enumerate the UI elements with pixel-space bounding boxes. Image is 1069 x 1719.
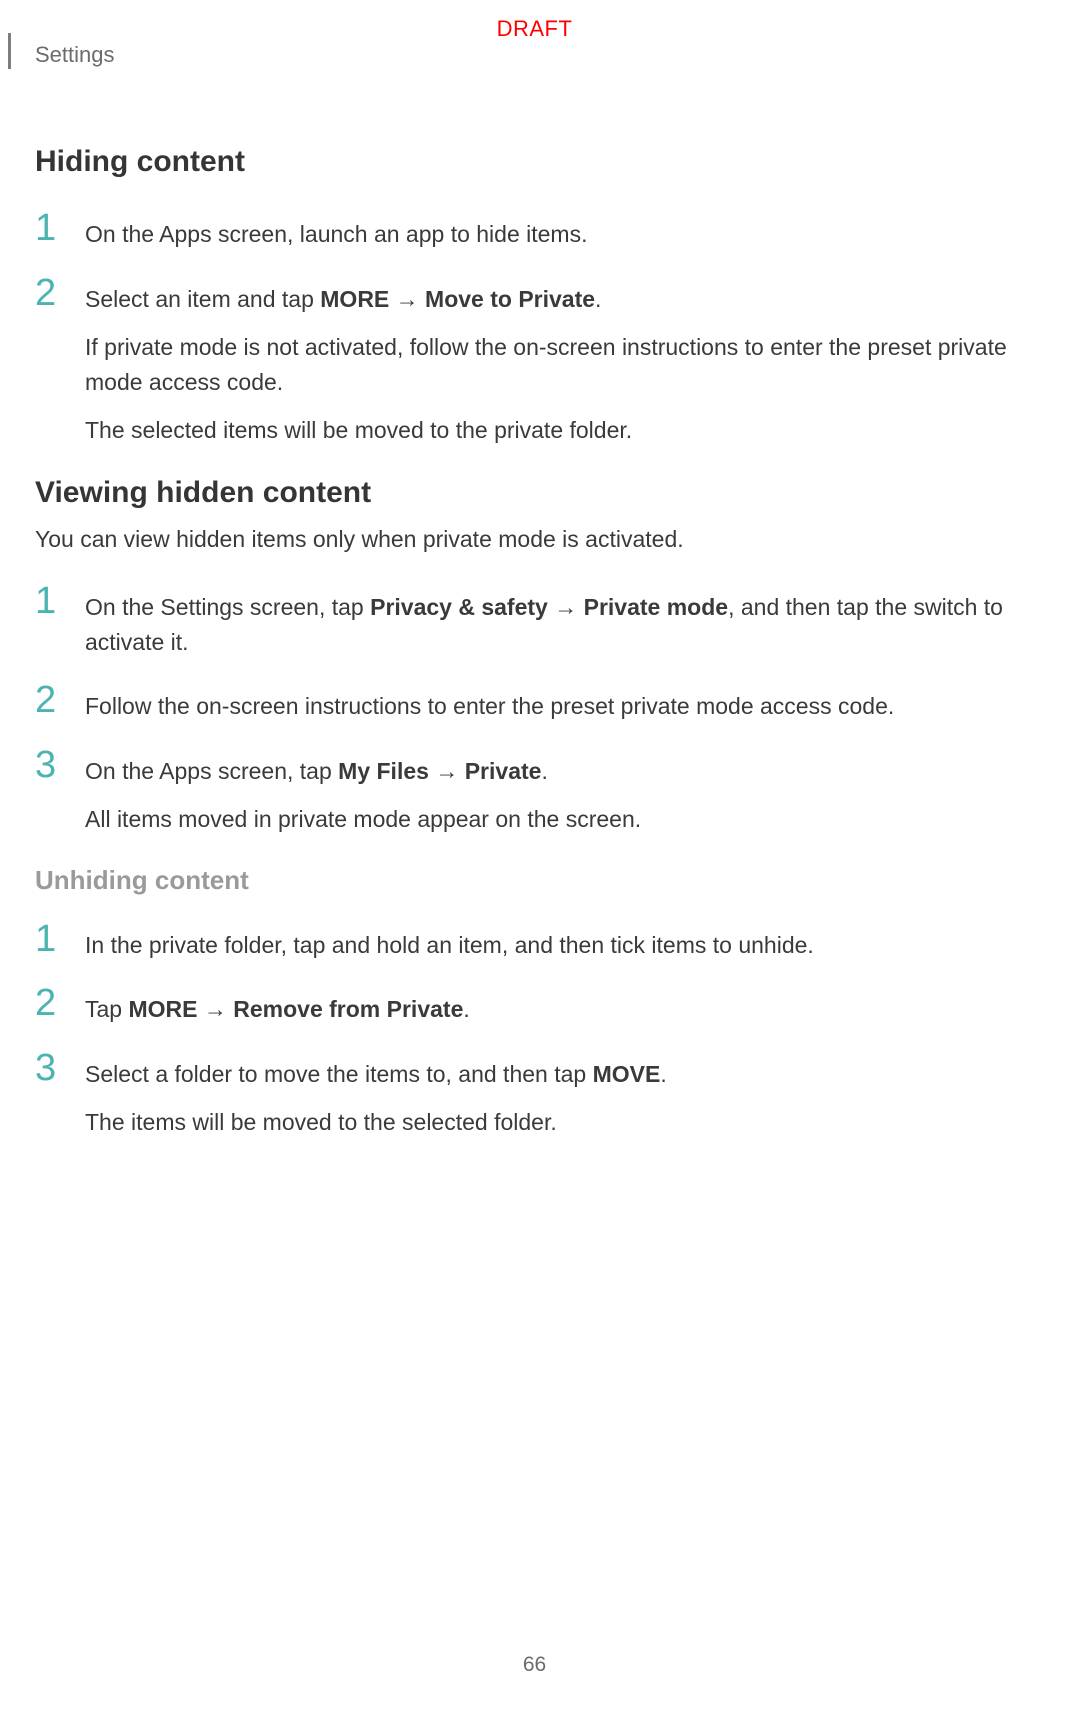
header-left-border xyxy=(8,33,11,69)
step-text: Select an item and tap MORE → Move to Pr… xyxy=(85,282,1069,317)
step-body: On the Apps screen, launch an app to hid… xyxy=(85,209,588,252)
arrow-icon: → xyxy=(197,996,233,1022)
step-text: Select a folder to move the items to, an… xyxy=(85,1057,667,1092)
text-lead: Select a folder to move the items to, an… xyxy=(85,1061,593,1087)
unhiding-step-2: 2 Tap MORE → Remove from Private. xyxy=(35,984,1069,1027)
text-private: Private xyxy=(465,758,542,784)
hiding-step-2: 2 Select an item and tap MORE → Move to … xyxy=(35,274,1069,448)
step-text: The selected items will be moved to the … xyxy=(85,413,1069,448)
step-body: Select a folder to move the items to, an… xyxy=(85,1049,667,1140)
heading-unhiding-content: Unhiding content xyxy=(35,865,1069,896)
arrow-icon: → xyxy=(429,758,465,784)
heading-hiding-content: Hiding content xyxy=(35,145,1069,179)
text-period: . xyxy=(463,996,469,1022)
step-body: Follow the on-screen instructions to ent… xyxy=(85,681,894,724)
text-more: MORE xyxy=(320,286,389,312)
text-lead: On the Apps screen, tap xyxy=(85,758,338,784)
text-lead: Tap xyxy=(85,996,128,1022)
step-body: On the Settings screen, tap Privacy & sa… xyxy=(85,582,1069,659)
text-move-to-private: Move to Private xyxy=(425,286,595,312)
step-number: 3 xyxy=(35,1049,85,1087)
text-lead: On the Settings screen, tap xyxy=(85,594,370,620)
text-remove-from-private: Remove from Private xyxy=(233,996,463,1022)
step-body: Tap MORE → Remove from Private. xyxy=(85,984,470,1027)
step-text: If private mode is not activated, follow… xyxy=(85,330,1069,399)
text-period: . xyxy=(541,758,547,784)
header-section-label: Settings xyxy=(35,42,115,68)
text-my-files: My Files xyxy=(338,758,429,784)
step-number: 2 xyxy=(35,681,85,719)
text-lead: Select an item and tap xyxy=(85,286,320,312)
step-number: 2 xyxy=(35,984,85,1022)
arrow-icon: → xyxy=(548,594,584,620)
page-number: 66 xyxy=(523,1653,546,1677)
step-text: Tap MORE → Remove from Private. xyxy=(85,992,470,1027)
intro-text: You can view hidden items only when priv… xyxy=(35,522,1069,557)
draft-watermark: DRAFT xyxy=(497,16,573,42)
arrow-icon: → xyxy=(389,286,425,312)
text-private-mode: Private mode xyxy=(584,594,728,620)
step-body: In the private folder, tap and hold an i… xyxy=(85,920,814,963)
step-body: On the Apps screen, tap My Files → Priva… xyxy=(85,746,641,837)
viewing-step-2: 2 Follow the on-screen instructions to e… xyxy=(35,681,1069,724)
page-content: Hiding content 1 On the Apps screen, lau… xyxy=(35,145,1069,1162)
step-text: Follow the on-screen instructions to ent… xyxy=(85,689,894,724)
step-number: 2 xyxy=(35,274,85,312)
step-text: All items moved in private mode appear o… xyxy=(85,802,641,837)
step-number: 3 xyxy=(35,746,85,784)
step-number: 1 xyxy=(35,920,85,958)
step-text: On the Settings screen, tap Privacy & sa… xyxy=(85,590,1069,659)
unhiding-step-1: 1 In the private folder, tap and hold an… xyxy=(35,920,1069,963)
text-more: MORE xyxy=(128,996,197,1022)
viewing-step-3: 3 On the Apps screen, tap My Files → Pri… xyxy=(35,746,1069,837)
step-text: On the Apps screen, tap My Files → Priva… xyxy=(85,754,641,789)
text-period: . xyxy=(595,286,601,312)
step-body: Select an item and tap MORE → Move to Pr… xyxy=(85,274,1069,448)
heading-viewing-hidden-content: Viewing hidden content xyxy=(35,476,1069,510)
unhiding-step-3: 3 Select a folder to move the items to, … xyxy=(35,1049,1069,1140)
step-number: 1 xyxy=(35,209,85,247)
step-text: The items will be moved to the selected … xyxy=(85,1105,667,1140)
step-number: 1 xyxy=(35,582,85,620)
step-text: In the private folder, tap and hold an i… xyxy=(85,928,814,963)
viewing-step-1: 1 On the Settings screen, tap Privacy & … xyxy=(35,582,1069,659)
hiding-step-1: 1 On the Apps screen, launch an app to h… xyxy=(35,209,1069,252)
step-text: On the Apps screen, launch an app to hid… xyxy=(85,217,588,252)
text-privacy-safety: Privacy & safety xyxy=(370,594,548,620)
text-move: MOVE xyxy=(593,1061,661,1087)
text-period: . xyxy=(660,1061,666,1087)
